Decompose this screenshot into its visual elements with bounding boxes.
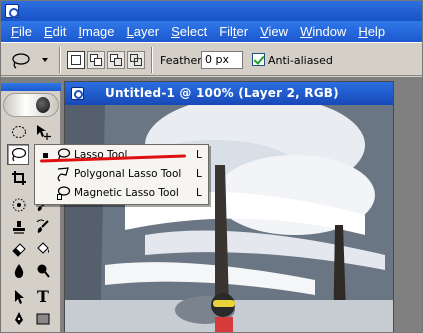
eraser-icon (12, 242, 26, 257)
tool-preset-picker[interactable] (7, 50, 51, 70)
add-selection-icon-overlap (94, 58, 102, 66)
menu-help-mnemonic: H (358, 24, 368, 39)
menu-filter-pre: Fil (219, 24, 233, 39)
flyout-item-shortcut: L (196, 168, 202, 180)
document-title: Untitled-1 @ 100% (Layer 2, RGB) (105, 86, 339, 100)
menu-layer-rest: ayer (133, 24, 160, 39)
toolbar-divider (151, 47, 153, 73)
pen-tool[interactable] (8, 308, 30, 329)
polygonal-lasso-icon (57, 167, 69, 182)
document-title-bar[interactable]: Untitled-1 @ 100% (Layer 2, RGB) (65, 82, 393, 105)
menu-select-rest: elect (179, 24, 208, 39)
menu-layer-mnemonic: L (126, 24, 134, 39)
lasso-icon (11, 147, 27, 161)
toolbar-divider (59, 47, 61, 73)
flyout-item-magnetic-lasso[interactable]: Magnetic Lasso Tool L (35, 184, 208, 203)
document-icon[interactable] (71, 87, 84, 100)
path-selection-tool[interactable] (8, 286, 30, 307)
menu-view-rest: iew (268, 24, 289, 39)
intersect-selection-icon-overlap (134, 58, 142, 66)
history-brush-icon (36, 219, 49, 233)
menu-image[interactable]: Image (72, 24, 120, 39)
new-selection-button[interactable] (67, 51, 85, 69)
healing-brush-icon (12, 198, 26, 211)
dodge-icon (37, 264, 50, 278)
app-window: File Edit Image Layer Select Filter View… (0, 0, 423, 333)
move-tool[interactable] (32, 121, 54, 142)
eraser-tool[interactable] (8, 238, 30, 259)
magnetic-lasso-icon (57, 186, 71, 200)
blur-tool[interactable] (8, 260, 30, 281)
flyout-item-shortcut: L (196, 187, 202, 199)
subtract-from-selection-button[interactable] (107, 51, 125, 69)
photoshop-app-icon[interactable] (5, 4, 19, 18)
flyout-item-label: Magnetic Lasso Tool (74, 187, 179, 199)
paint-bucket-tool[interactable] (32, 238, 54, 259)
move-icon (37, 124, 51, 140)
menu-edit-rest: dit (52, 24, 67, 39)
menu-window-rest: indow (312, 24, 347, 39)
toolbox: T (1, 83, 61, 332)
paint-bucket-icon (37, 241, 49, 254)
rectangle-tool[interactable] (32, 308, 54, 329)
selected-tool-bullet (43, 153, 48, 158)
feather-logo[interactable] (3, 93, 59, 117)
chevron-down-icon[interactable] (42, 58, 48, 62)
history-brush-tool[interactable] (32, 216, 54, 237)
flyout-item-polygonal-lasso[interactable]: Polygonal Lasso Tool L (35, 165, 208, 184)
menu-edit[interactable]: Edit (38, 24, 72, 39)
menu-edit-mnemonic: E (43, 24, 53, 39)
subtract-selection-icon-overlap (114, 58, 122, 66)
lasso-tool[interactable] (7, 144, 29, 165)
add-to-selection-button[interactable] (87, 51, 105, 69)
elliptical-marquee-icon (12, 125, 26, 138)
document-window: Untitled-1 @ 100% (Layer 2, RGB) (64, 81, 394, 332)
dodge-tool[interactable] (32, 260, 54, 281)
anti-aliased-label: Anti-aliased (268, 54, 333, 67)
path-selection-icon (15, 289, 24, 304)
menu-help-rest: elp (367, 24, 386, 39)
lasso-icon (12, 53, 30, 69)
menu-filter[interactable]: Filter (213, 24, 254, 39)
crop-tool[interactable] (8, 167, 30, 188)
anti-aliased-checkbox[interactable] (252, 53, 265, 66)
menu-filter-post: er (236, 24, 249, 39)
menu-window-mnemonic: W (300, 24, 313, 39)
menu-select[interactable]: Select (165, 24, 213, 39)
feather-label: Feather: (160, 54, 206, 67)
menu-view[interactable]: View (254, 24, 294, 39)
flyout-item-label: Polygonal Lasso Tool (74, 168, 182, 180)
menu-file-rest: ile (18, 24, 32, 39)
feather-input[interactable]: 0 px (201, 51, 243, 69)
lasso-tool-flyout-menu: Lasso Tool L Polygonal Lasso Tool L Magn… (34, 144, 209, 205)
menu-image-rest: mage (82, 24, 115, 39)
toolbox-title-bar[interactable] (1, 83, 61, 91)
stamp-icon (13, 220, 25, 234)
menu-select-mnemonic: S (171, 24, 180, 39)
healing-brush-tool[interactable] (8, 194, 30, 215)
crop-icon (12, 170, 26, 185)
marquee-tool[interactable] (8, 121, 30, 142)
menu-help[interactable]: Help (352, 24, 391, 39)
menu-file[interactable]: File (5, 24, 38, 39)
document-canvas[interactable] (65, 105, 393, 332)
menu-bar: File Edit Image Layer Select Filter View… (1, 21, 422, 42)
snowy-trees-photo (65, 105, 393, 332)
new-selection-icon (71, 55, 81, 65)
menu-view-mnemonic: V (260, 24, 269, 39)
options-bar: Feather: 0 px Anti-aliased (1, 42, 422, 76)
menu-window[interactable]: Window (294, 24, 352, 39)
app-title-bar (1, 1, 422, 21)
type-tool[interactable]: T (32, 286, 54, 307)
clone-stamp-tool[interactable] (8, 216, 30, 237)
menu-file-mnemonic: F (11, 24, 19, 39)
blur-drop-icon (14, 263, 24, 278)
menu-layer[interactable]: Layer (121, 24, 166, 39)
pen-icon (15, 311, 23, 325)
rectangle-shape-icon (36, 313, 50, 324)
intersect-selection-button[interactable] (127, 51, 145, 69)
flyout-item-shortcut: L (196, 149, 202, 161)
type-icon: T (37, 287, 49, 306)
